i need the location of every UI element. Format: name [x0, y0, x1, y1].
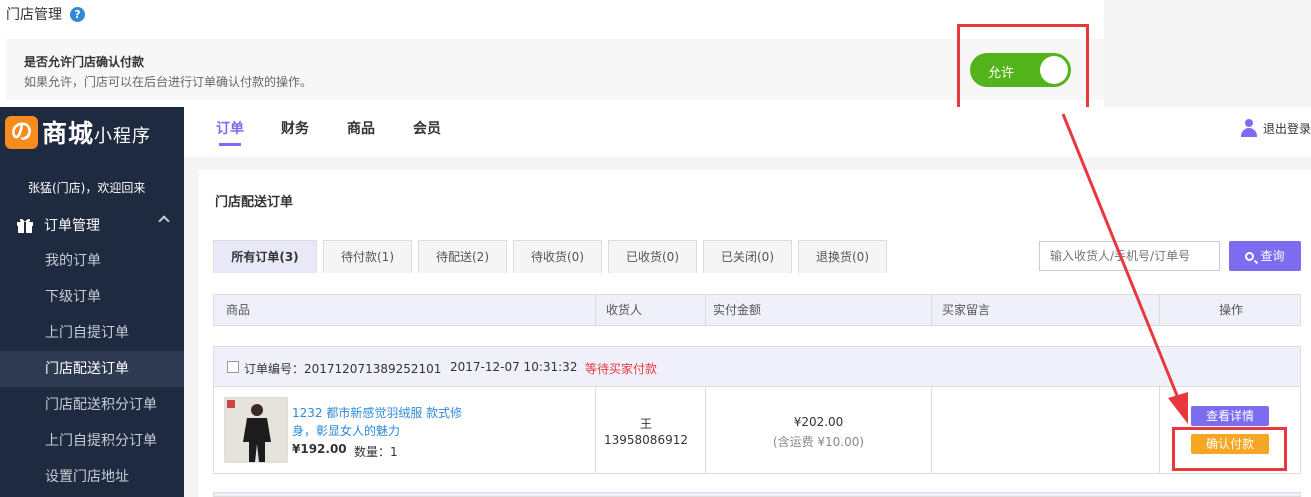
- logo: の 商城小程序: [0, 107, 184, 157]
- tab-received[interactable]: 已收货(0): [608, 240, 697, 273]
- setting-row: 是否允许门店确认付款 如果允许，门店可以在后台进行订单确认付款的操作。: [6, 39, 1104, 100]
- welcome-text: 张猛(门店)，欢迎回来: [28, 181, 146, 195]
- receiver-phone: 13958086912: [604, 433, 688, 447]
- logo-text: 商城小程序: [42, 114, 151, 150]
- tab-all[interactable]: 所有订单(3): [213, 240, 317, 273]
- nav-orders[interactable]: 订单: [216, 118, 244, 138]
- freight-note: (含运费 ¥10.00): [772, 435, 865, 449]
- product-name-link[interactable]: 1232 都市新感觉羽绒服 款式修身，彰显女人的魅力: [292, 404, 472, 440]
- logout-label: 退出登录: [1262, 121, 1311, 136]
- nav-members[interactable]: 会员: [413, 118, 441, 138]
- col-divider: [931, 387, 932, 474]
- col-receiver: 收货人: [606, 303, 643, 317]
- order-checkbox[interactable]: [227, 361, 239, 373]
- receiver-name: 王: [639, 417, 652, 431]
- top-nav: 订单 财务 商品 会员 退出登录: [184, 107, 1311, 157]
- sidebar-item-my-orders[interactable]: 我的订单: [0, 243, 184, 279]
- col-divider: [705, 387, 706, 474]
- col-divider: [1159, 387, 1160, 474]
- logo-text-main: 商城: [42, 119, 95, 148]
- order-status: 等待买家付款: [585, 362, 658, 376]
- sidebar-item-sub-orders[interactable]: 下级订单: [0, 279, 184, 315]
- order-time: 2017-12-07 10:31:32: [450, 360, 578, 374]
- paid-amount: ¥202.00: [793, 415, 844, 429]
- view-details-button[interactable]: 查看详情: [1191, 406, 1269, 426]
- col-divider: [595, 295, 596, 325]
- logout-button[interactable]: 退出登录: [1240, 119, 1311, 137]
- annotation-box-confirm-payment: [1172, 427, 1287, 471]
- nav-products[interactable]: 商品: [347, 118, 375, 138]
- section-title: 门店配送订单: [215, 195, 294, 210]
- tab-pending-delivery[interactable]: 待配送(2): [418, 240, 507, 273]
- store-settings-panel: 门店管理 ? 是否允许门店确认付款 如果允许，门店可以在后台进行订单确认付款的操…: [0, 0, 1104, 107]
- search-icon: [1245, 252, 1255, 261]
- menu-group-orders[interactable]: 订单管理: [0, 211, 184, 239]
- nav-active-indicator: [219, 143, 241, 146]
- order-header-row: 订单编号：201712071389252101 2017-12-07 10:31…: [213, 346, 1301, 387]
- col-divider: [931, 295, 932, 325]
- product-price: ¥192.00: [292, 442, 347, 456]
- logo-mark-icon: の: [5, 115, 38, 149]
- sidebar: の 商城小程序 张猛(门店)，欢迎回来 订单管理 我的订单 下级订单 上门自提订…: [0, 107, 184, 497]
- main-content: 门店配送订单 所有订单(3) 待付款(1) 待配送(2) 待收货(0) 已收货(…: [199, 170, 1311, 497]
- product-thumbnail[interactable]: [224, 397, 288, 463]
- page-title: 门店管理 ?: [6, 4, 85, 24]
- next-order-row: [213, 492, 1301, 497]
- logo-text-small: 小程序: [94, 126, 152, 147]
- nav-finance[interactable]: 财务: [281, 118, 309, 138]
- col-product: 商品: [226, 303, 251, 317]
- sidebar-item-pickup-orders[interactable]: 上门自提订单: [0, 315, 184, 351]
- tab-pending-payment[interactable]: 待付款(1): [323, 240, 412, 273]
- page-title-text: 门店管理: [6, 7, 62, 23]
- chevron-up-icon: [158, 215, 170, 227]
- search-input[interactable]: [1039, 241, 1220, 271]
- sidebar-item-delivery-orders[interactable]: 门店配送订单: [0, 351, 184, 387]
- col-buyer-note: 买家留言: [942, 303, 991, 317]
- search-button[interactable]: 查询: [1229, 241, 1301, 271]
- search-button-label: 查询: [1260, 249, 1285, 263]
- tab-pending-receipt[interactable]: 待收货(0): [513, 240, 602, 273]
- gift-icon: [16, 216, 34, 234]
- sidebar-item-delivery-points-orders[interactable]: 门店配送积分订单: [0, 387, 184, 423]
- product-quantity: 数量：1: [354, 445, 398, 459]
- setting-description: 如果允许，门店可以在后台进行订单确认付款的操作。: [24, 75, 313, 89]
- setting-title: 是否允许门店确认付款: [24, 55, 145, 69]
- col-divider: [705, 295, 706, 325]
- annotation-box-toggle: [957, 24, 1089, 114]
- help-icon[interactable]: ?: [70, 6, 85, 22]
- col-amount: 实付金额: [713, 303, 762, 317]
- user-icon: [1240, 119, 1257, 137]
- sidebar-item-store-address[interactable]: 设置门店地址: [0, 459, 184, 495]
- col-actions: 操作: [1218, 303, 1243, 317]
- tab-closed[interactable]: 已关闭(0): [703, 240, 792, 273]
- sidebar-item-pickup-points-orders[interactable]: 上门自提积分订单: [0, 423, 184, 459]
- order-row: 1232 都市新感觉羽绒服 款式修身，彰显女人的魅力 ¥192.00 数量：1 …: [213, 387, 1301, 474]
- menu-group-label: 订单管理: [44, 218, 100, 234]
- order-number: 订单编号：201712071389252101: [244, 362, 442, 376]
- table-header: 商品 收货人 实付金额 买家留言 操作: [213, 294, 1301, 326]
- tab-returns[interactable]: 退换货(0): [798, 240, 887, 273]
